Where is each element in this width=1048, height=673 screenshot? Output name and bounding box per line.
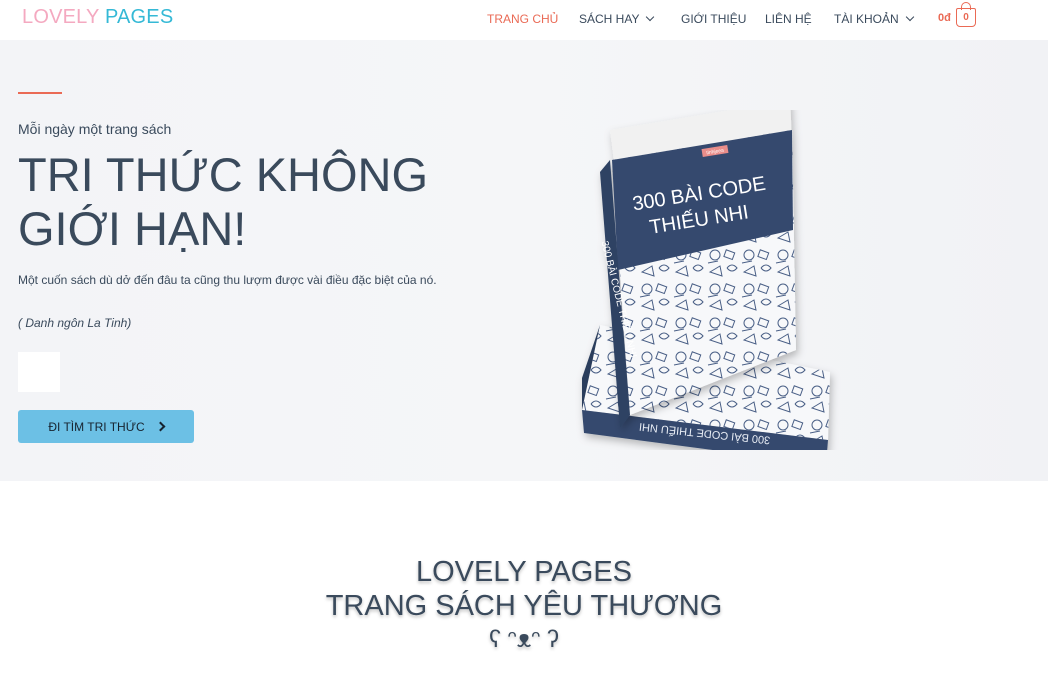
cart-total: 0đ — [938, 12, 951, 24]
intro-section: LOVELY PAGES TRANG SÁCH YÊU THƯƠNG ʕ ᵔᴥᵔ… — [0, 555, 1048, 657]
hero-quote: Một cuốn sách dù dở đến đâu ta cũng thu … — [18, 273, 437, 287]
nav-item-label: TÀI KHOẢN — [834, 12, 899, 26]
accent-divider — [18, 92, 62, 94]
chevron-down-icon — [905, 12, 914, 22]
nav-item-trang-chu[interactable]: TRANG CHỦ — [487, 12, 558, 26]
site-logo[interactable]: LOVELY PAGES — [22, 6, 173, 29]
chevron-right-icon — [155, 421, 166, 432]
find-knowledge-button[interactable]: ĐI TÌM TRI THỨC — [18, 410, 194, 443]
logo-word-lovely: LOVELY — [22, 6, 100, 28]
intro-brand: LOVELY PAGES — [416, 556, 632, 588]
image-placeholder — [18, 352, 60, 392]
chevron-down-icon — [646, 12, 655, 22]
intro-slogan: TRANG SÁCH YÊU THƯƠNG — [325, 590, 723, 622]
nav-item-tai-khoan[interactable]: TÀI KHOẢN — [834, 12, 914, 26]
cart-count: 0 — [963, 12, 969, 23]
logo-word-pages: PAGES — [104, 6, 174, 28]
hero-tagline: Mỗi ngày một trang sách — [18, 121, 172, 137]
hero-section: Mỗi ngày một trang sách TRI THỨC KHÔNG G… — [0, 40, 1048, 481]
shopping-bag-icon: 0 — [956, 2, 976, 27]
nav-item-sach-hay[interactable]: SÁCH HAY — [579, 12, 655, 26]
nav-item-lien-he[interactable]: LIÊN HỆ — [765, 12, 812, 26]
nav-item-label: SÁCH HAY — [579, 12, 640, 26]
quote-source: ( Danh ngôn La Tinh) — [18, 316, 132, 330]
book-illustration: 300 BÀI CODE THIẾU NHI tinhjeea 300 BÀI … — [582, 110, 830, 450]
hero-headline: TRI THỨC KHÔNG GIỚI HẠN! — [18, 148, 429, 255]
cta-label: ĐI TÌM TRI THỨC — [48, 419, 145, 434]
site-header: LOVELY PAGES TRANG CHỦ SÁCH HAY GIỚI THI… — [0, 0, 1048, 40]
nav-item-gioi-thieu[interactable]: GIỚI THIỆU — [681, 12, 746, 26]
intro-emoticon: ʕ ᵔᴥᵔ ʔ — [488, 626, 560, 653]
